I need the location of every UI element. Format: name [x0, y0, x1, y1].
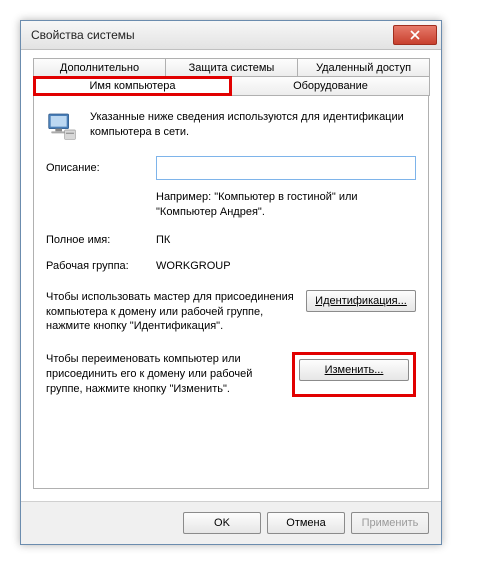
change-button-highlight: Изменить...	[292, 352, 416, 397]
tab-computer-name[interactable]: Имя компьютера	[33, 76, 232, 96]
change-block: Чтобы переименовать компьютер или присое…	[46, 352, 416, 397]
computer-icon	[46, 110, 78, 142]
window-title: Свойства системы	[31, 28, 135, 42]
tabs-row-bottom: Имя компьютера Оборудование	[33, 76, 429, 96]
description-row: Описание:	[46, 156, 416, 180]
dialog-content: Дополнительно Защита системы Удаленный д…	[21, 50, 441, 501]
tab-remote[interactable]: Удаленный доступ	[297, 58, 430, 77]
workgroup-value: WORKGROUP	[156, 260, 416, 272]
ok-button[interactable]: OK	[183, 512, 261, 534]
identification-text: Чтобы использовать мастер для присоедине…	[46, 290, 296, 335]
description-input[interactable]	[156, 156, 416, 180]
intro-text: Указанные ниже сведения используются для…	[90, 110, 416, 140]
tab-system-protection[interactable]: Защита системы	[165, 58, 298, 77]
dialog-buttons: OK Отмена Применить	[21, 501, 441, 544]
fullname-label: Полное имя:	[46, 234, 156, 246]
apply-button: Применить	[351, 512, 429, 534]
intro-row: Указанные ниже сведения используются для…	[46, 110, 416, 142]
identification-block: Чтобы использовать мастер для присоедине…	[46, 290, 416, 335]
close-button[interactable]	[393, 25, 437, 45]
description-example: Например: "Компьютер в гостиной" или "Ко…	[156, 190, 416, 220]
workgroup-row: Рабочая группа: WORKGROUP	[46, 260, 416, 272]
system-properties-window: Свойства системы Дополнительно Защита си…	[20, 20, 442, 545]
workgroup-label: Рабочая группа:	[46, 260, 156, 272]
tab-advanced[interactable]: Дополнительно	[33, 58, 166, 77]
titlebar: Свойства системы	[21, 21, 441, 50]
change-button[interactable]: Изменить...	[299, 359, 409, 381]
cancel-button[interactable]: Отмена	[267, 512, 345, 534]
change-text: Чтобы переименовать компьютер или присое…	[46, 352, 282, 397]
tab-panel: Указанные ниже сведения используются для…	[33, 95, 429, 489]
fullname-row: Полное имя: ПК	[46, 234, 416, 246]
identification-button[interactable]: Идентификация...	[306, 290, 416, 312]
tabs-row-top: Дополнительно Защита системы Удаленный д…	[33, 58, 429, 77]
fullname-value: ПК	[156, 234, 416, 246]
tab-hardware[interactable]: Оборудование	[231, 76, 430, 96]
description-label: Описание:	[46, 162, 156, 174]
